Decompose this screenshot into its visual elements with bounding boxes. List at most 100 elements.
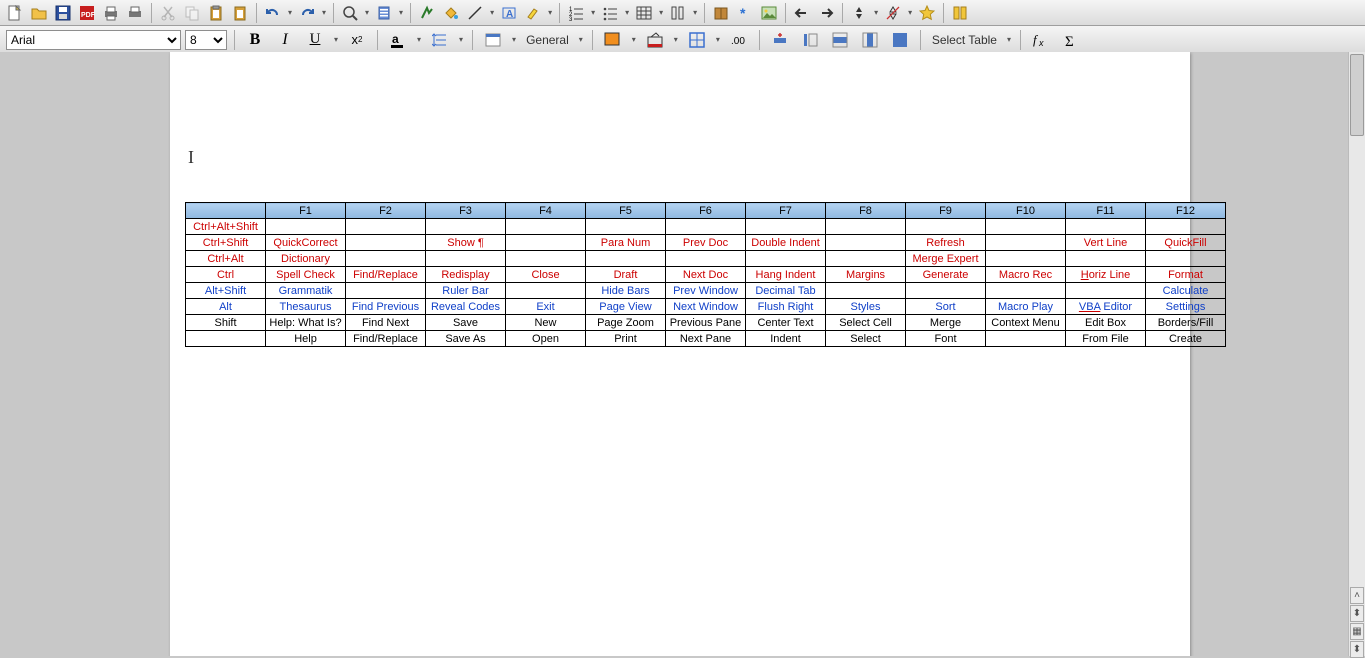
table-cell[interactable] <box>826 251 906 267</box>
formula-button[interactable]: fx <box>1028 29 1054 51</box>
table-cell[interactable]: Horiz Line <box>1066 267 1146 283</box>
columns-dropdown-icon[interactable]: ▾ <box>691 8 699 17</box>
table-cell[interactable] <box>1066 251 1146 267</box>
table-cell[interactable] <box>506 283 586 299</box>
table-cell[interactable]: Show ¶ <box>426 235 506 251</box>
table-cell[interactable] <box>826 219 906 235</box>
save-icon[interactable] <box>52 2 74 24</box>
table-row[interactable]: Ctrl+AltDictionaryMerge Expert <box>186 251 1226 267</box>
table-cell[interactable]: Macro Rec <box>986 267 1066 283</box>
zoom-dropdown-icon[interactable]: ▾ <box>363 8 371 17</box>
new-document-icon[interactable] <box>4 2 26 24</box>
table-cell[interactable] <box>906 219 986 235</box>
modifier-cell[interactable]: Ctrl+Alt+Shift <box>186 219 266 235</box>
modifier-cell[interactable]: Alt+Shift <box>186 283 266 299</box>
zoom-icon[interactable] <box>339 2 361 24</box>
undo-dropdown-icon[interactable]: ▾ <box>286 8 294 17</box>
table-cell[interactable] <box>986 283 1066 299</box>
paste-special-icon[interactable] <box>229 2 251 24</box>
superscript-button[interactable]: x2 <box>344 29 370 51</box>
table-cell[interactable]: Styles <box>826 299 906 315</box>
table-row[interactable]: HelpFind/ReplaceSave AsOpenPrintNext Pan… <box>186 331 1226 347</box>
table-cell[interactable]: Find Previous <box>346 299 426 315</box>
line-icon[interactable] <box>464 2 486 24</box>
drawing-icon[interactable] <box>882 2 904 24</box>
table-cell[interactable]: QuickFill <box>1146 235 1226 251</box>
table-row[interactable]: Ctrl+Alt+Shift <box>186 219 1226 235</box>
table-cell[interactable] <box>826 235 906 251</box>
table-cell[interactable] <box>346 235 426 251</box>
table-cell[interactable]: Sort <box>906 299 986 315</box>
table-cell[interactable]: Double Indent <box>746 235 826 251</box>
table-cell[interactable]: Page Zoom <box>586 315 666 331</box>
scroll-page-down-icon[interactable]: ⬍ <box>1350 641 1364 658</box>
table-cell[interactable]: Next Window <box>666 299 746 315</box>
image-icon[interactable] <box>758 2 780 24</box>
line-spacing-button[interactable] <box>427 29 453 51</box>
table-cell[interactable]: Save As <box>426 331 506 347</box>
cellfg-dropdown-icon[interactable]: ▾ <box>672 35 680 44</box>
table-cell[interactable]: Print <box>586 331 666 347</box>
table-cell[interactable]: Decimal Tab <box>746 283 826 299</box>
redo-dropdown-icon[interactable]: ▾ <box>320 8 328 17</box>
document-page[interactable] <box>170 52 1190 656</box>
back-arrow-icon[interactable] <box>791 2 813 24</box>
align-left-button[interactable] <box>797 29 823 51</box>
table-cell[interactable]: Help <box>266 331 346 347</box>
highlighter-icon[interactable] <box>522 2 544 24</box>
table-row[interactable]: CtrlSpell CheckFind/ReplaceRedisplayClos… <box>186 267 1226 283</box>
table-cell[interactable] <box>426 251 506 267</box>
table-cell[interactable]: Prev Doc <box>666 235 746 251</box>
table-cell[interactable] <box>746 251 826 267</box>
shortcut-keys-table[interactable]: F1F2F3F4F5F6F7F8F9F10F11F12Ctrl+Alt+Shif… <box>185 202 1226 347</box>
table-cell[interactable]: Hang Indent <box>746 267 826 283</box>
select-all-button[interactable] <box>887 29 913 51</box>
forward-arrow-icon[interactable] <box>815 2 837 24</box>
table-cell[interactable]: Thesaurus <box>266 299 346 315</box>
highlighter-dropdown-icon[interactable]: ▾ <box>546 8 554 17</box>
table-cell[interactable]: Calculate <box>1146 283 1226 299</box>
table-cell[interactable]: Macro Play <box>986 299 1066 315</box>
table-cell[interactable] <box>346 219 426 235</box>
table-dropdown-icon[interactable]: ▾ <box>657 8 665 17</box>
table-cell[interactable]: Exit <box>506 299 586 315</box>
font-size-select[interactable]: 8 <box>185 30 227 50</box>
table-cell[interactable]: Format <box>1146 267 1226 283</box>
numbered-list-icon[interactable]: 123 <box>565 2 587 24</box>
textbox-icon[interactable]: A <box>498 2 520 24</box>
scrollbar-thumb[interactable] <box>1350 54 1364 136</box>
table-cell[interactable]: Close <box>506 267 586 283</box>
table-cell[interactable]: Generate <box>906 267 986 283</box>
table-cell[interactable]: Spell Check <box>266 267 346 283</box>
table-row[interactable]: ShiftHelp: What Is?Find NextSaveNewPage … <box>186 315 1226 331</box>
select-column-button[interactable] <box>857 29 883 51</box>
copy-icon[interactable] <box>181 2 203 24</box>
underline-button[interactable]: U <box>302 29 328 51</box>
book-icon[interactable] <box>710 2 732 24</box>
table-cell[interactable] <box>346 251 426 267</box>
undo-icon[interactable] <box>262 2 284 24</box>
paste-icon[interactable] <box>205 2 227 24</box>
table-row[interactable]: AltThesaurusFind PreviousReveal CodesExi… <box>186 299 1226 315</box>
table-cell[interactable] <box>1146 219 1226 235</box>
select-table-dropdown-icon[interactable]: ▾ <box>1005 35 1013 44</box>
clipboard-icon[interactable] <box>373 2 395 24</box>
modifier-cell[interactable] <box>186 331 266 347</box>
table-cell[interactable] <box>426 219 506 235</box>
table-cell[interactable] <box>506 251 586 267</box>
font-name-select[interactable]: Arial <box>6 30 181 50</box>
table-cell[interactable]: New <box>506 315 586 331</box>
table-cell[interactable]: VBA Editor <box>1066 299 1146 315</box>
modifier-cell[interactable]: Ctrl+Alt <box>186 251 266 267</box>
table-cell[interactable]: Select Cell <box>826 315 906 331</box>
bullet-dropdown-icon[interactable]: ▾ <box>623 8 631 17</box>
select-table-label[interactable]: Select Table <box>928 33 1001 47</box>
font-color-button[interactable]: a <box>385 29 411 51</box>
table-cell[interactable]: Merge <box>906 315 986 331</box>
table-cell[interactable] <box>1066 219 1146 235</box>
perfect-expert-icon[interactable] <box>848 2 870 24</box>
table-cell[interactable] <box>986 235 1066 251</box>
format-dropdown-icon[interactable]: ▾ <box>510 35 518 44</box>
table-cell[interactable] <box>986 219 1066 235</box>
sum-button[interactable]: Σ <box>1058 29 1084 51</box>
